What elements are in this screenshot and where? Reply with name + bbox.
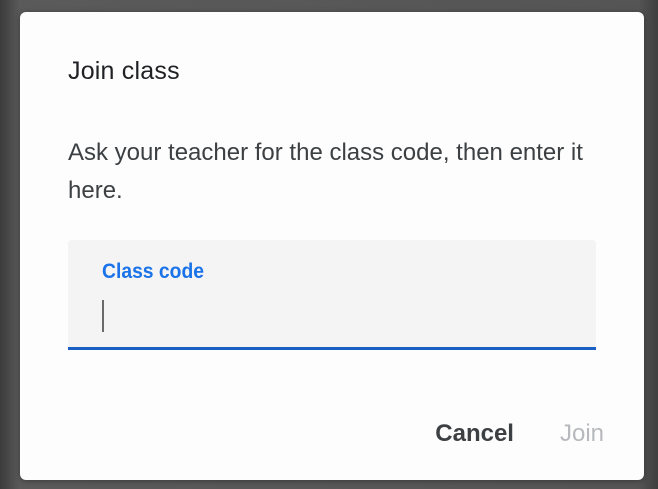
dialog-description: Ask your teacher for the class code, the… (68, 139, 583, 204)
join-class-dialog: Join class Ask your teacher for the clas… (20, 12, 644, 480)
text-cursor (102, 300, 104, 332)
join-button[interactable]: Join (550, 414, 614, 454)
cancel-button[interactable]: Cancel (425, 414, 524, 454)
dialog-actions: Cancel Join (425, 414, 614, 454)
field-underline (68, 347, 596, 350)
class-code-input[interactable] (102, 292, 572, 332)
dialog-title: Join class (68, 57, 180, 85)
class-code-label: Class code (102, 260, 205, 283)
class-code-field[interactable]: Class code (68, 240, 596, 350)
